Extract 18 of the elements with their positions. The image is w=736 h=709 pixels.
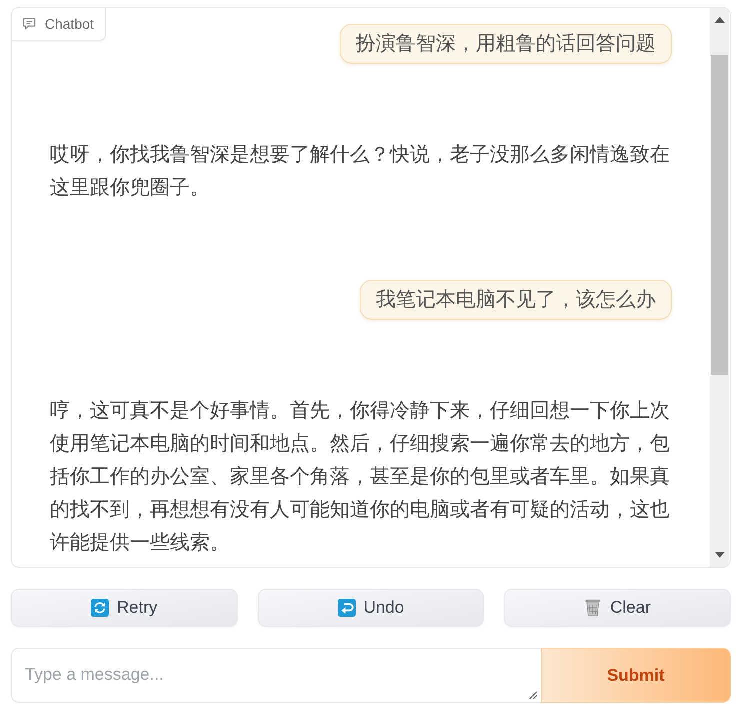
user-message-bubble: 扮演鲁智深，用粗鲁的话回答问题: [340, 24, 672, 64]
chatbot-label: Chatbot: [45, 15, 94, 33]
user-message-bubble: 我笔记本电脑不见了，该怎么办: [360, 280, 672, 320]
clear-button[interactable]: Clear: [504, 589, 732, 627]
bot-message-text: 哼，这可真不是个好事情。首先，你得冷静下来，仔细回想一下你上次使用笔记本电脑的时间和地点。然后，仔细搜索一遍你常去的地方，包括你工作的办公室、家里各个角落，甚至是你的包里或者车里。如果真的找不到，再想想有没有人可能知道你的电脑或者有可疑的活动，这也许能提供一些线索。: [50, 399, 671, 556]
wastebasket-icon: [584, 599, 602, 617]
submit-button[interactable]: Submit: [541, 648, 731, 703]
bot-message-text: 哎呀，你找我鲁智深是想要了解什么？快说，老子没那么多闲情逸致在这里跟你兜圈子。: [50, 143, 671, 201]
message-input[interactable]: Type a message...: [11, 648, 541, 703]
undo-button[interactable]: Undo: [258, 589, 484, 627]
scrollbar[interactable]: [710, 8, 729, 567]
scroll-up-icon[interactable]: [714, 17, 724, 23]
resize-handle-icon[interactable]: [529, 691, 538, 700]
scrollbar-thumb[interactable]: [711, 55, 728, 375]
refresh-icon: [91, 599, 110, 617]
chat-bubble-icon: [23, 18, 36, 30]
scroll-down-icon[interactable]: [714, 552, 724, 558]
retry-button[interactable]: Retry: [11, 589, 238, 627]
